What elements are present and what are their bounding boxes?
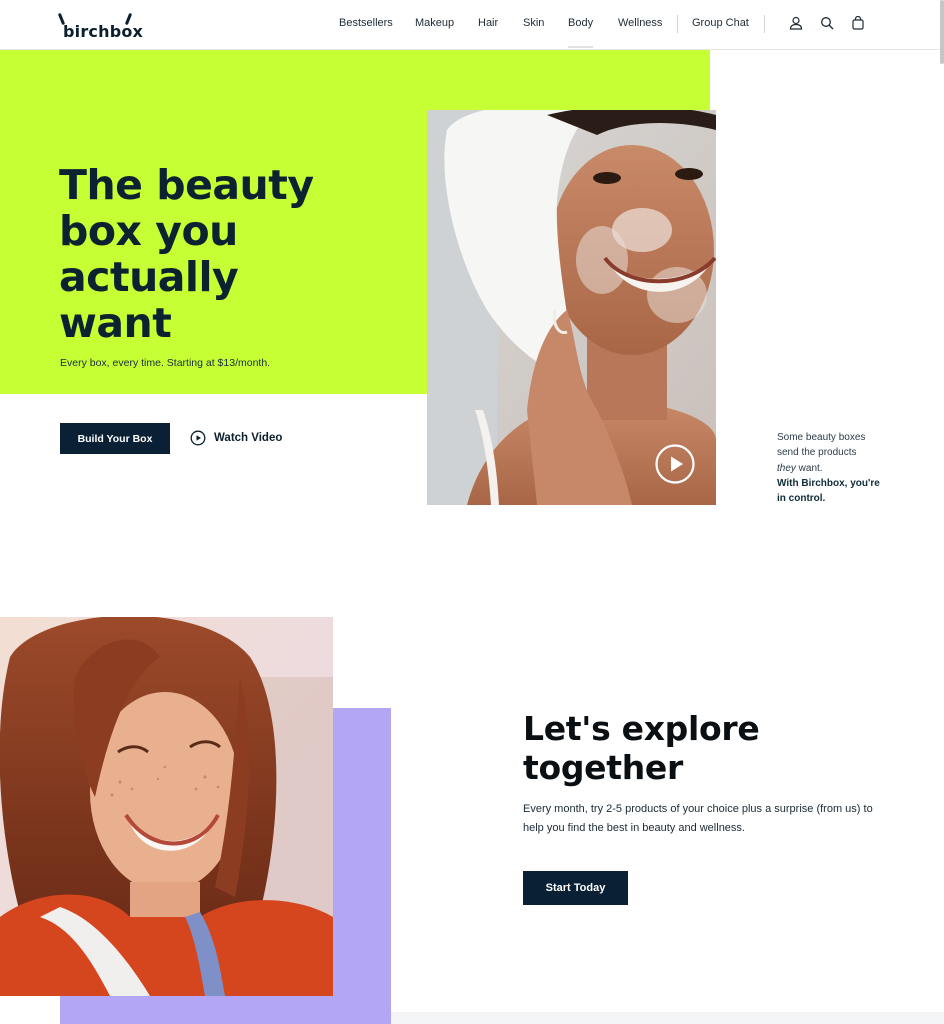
explore-description: Every month, try 2-5 products of your ch… bbox=[523, 803, 873, 834]
aside-line-rest: want. bbox=[795, 462, 823, 474]
aside-line: send the products bbox=[777, 447, 857, 459]
nav-divider bbox=[764, 15, 765, 33]
account-icon[interactable] bbox=[789, 16, 803, 30]
hero-subtitle: Every box, every time. Starting at $13/m… bbox=[60, 357, 271, 369]
birchbox-logo[interactable]: birchbox bbox=[57, 10, 143, 42]
nav-divider bbox=[677, 15, 678, 33]
search-icon[interactable] bbox=[820, 16, 834, 30]
aside-emphasis: they bbox=[777, 462, 796, 474]
bag-icon[interactable] bbox=[851, 16, 865, 30]
nav-group-chat[interactable]: Group Chat bbox=[692, 17, 749, 29]
watch-video-link[interactable]: Watch Video bbox=[190, 429, 282, 447]
play-video-icon[interactable] bbox=[655, 444, 695, 484]
nav-body[interactable]: Body bbox=[568, 17, 594, 48]
watch-video-label: Watch Video bbox=[214, 432, 283, 444]
play-circle-icon bbox=[190, 430, 206, 446]
hero-aside-text: Some beauty boxes send the products they… bbox=[777, 430, 907, 506]
build-your-box-button[interactable]: Build Your Box bbox=[60, 423, 170, 454]
nav-skin[interactable]: Skin bbox=[523, 17, 544, 29]
nav-wellness[interactable]: Wellness bbox=[618, 17, 662, 29]
start-today-button[interactable]: Start Today bbox=[523, 871, 628, 905]
logo-wordmark: birchbox bbox=[63, 22, 144, 41]
portrait-photo-woman-smiling bbox=[0, 617, 333, 996]
aside-line: in control. bbox=[777, 493, 826, 505]
nav-makeup[interactable]: Makeup bbox=[415, 17, 454, 29]
aside-line: they want. bbox=[777, 461, 907, 476]
site-header: birchbox Bestsellers Makeup Hair Skin Bo… bbox=[0, 0, 944, 50]
aside-line: With Birchbox, you're bbox=[777, 477, 880, 489]
hero-title: The beauty box you actually want bbox=[59, 161, 314, 347]
page-scrollbar[interactable] bbox=[940, 0, 944, 64]
nav-bestsellers[interactable]: Bestsellers bbox=[339, 17, 393, 29]
explore-title: Let's explore together bbox=[523, 709, 760, 787]
next-section-edge bbox=[391, 1012, 944, 1024]
aside-line: Some beauty boxes bbox=[777, 432, 866, 443]
nav-hair[interactable]: Hair bbox=[478, 17, 498, 29]
